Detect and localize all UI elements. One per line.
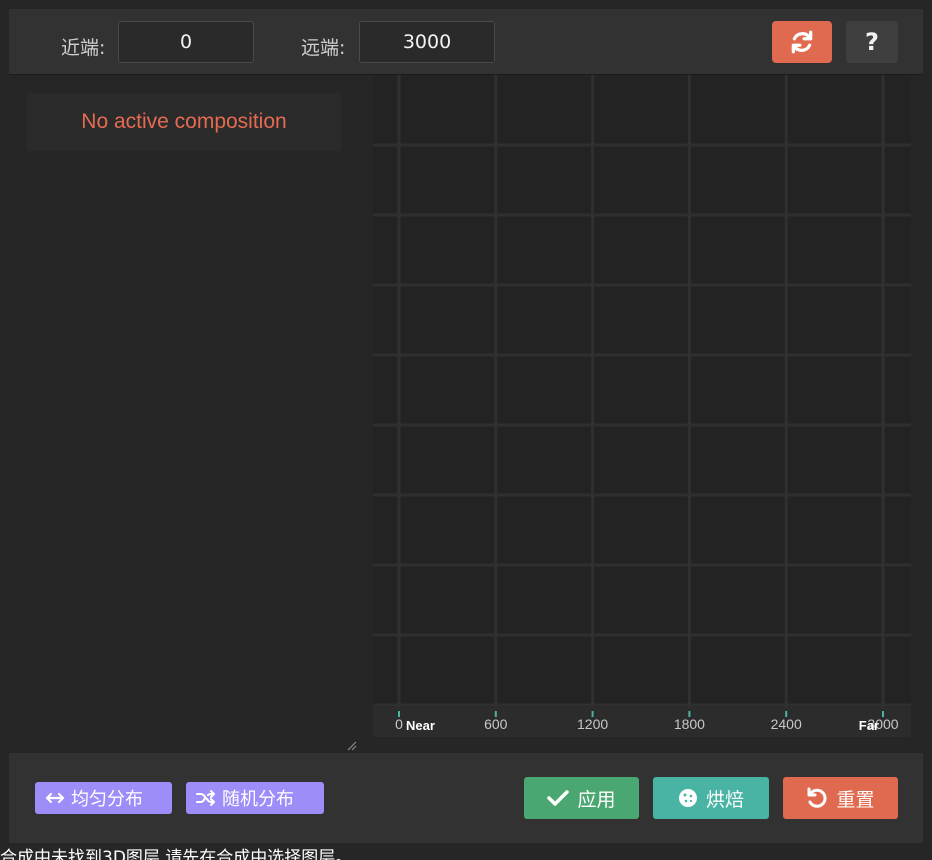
random-distribute-button[interactable]: 随机分布: [186, 782, 324, 814]
random-distribute-label: 随机分布: [222, 789, 294, 810]
x-tick-label: 600: [484, 716, 508, 732]
shuffle-icon: [196, 790, 215, 806]
apply-button[interactable]: 应用: [524, 777, 639, 819]
reset-button[interactable]: 重置: [783, 777, 898, 819]
far-marker-label: Far: [859, 718, 879, 733]
undo-icon: [807, 787, 827, 808]
apply-label: 应用: [577, 788, 616, 811]
near-label: 近端:: [61, 37, 106, 59]
refresh-button[interactable]: [772, 21, 832, 63]
near-marker-label: Near: [406, 718, 435, 733]
reset-label: 重置: [836, 788, 875, 811]
check-icon: [547, 790, 570, 806]
resize-grip-icon[interactable]: [345, 739, 357, 751]
even-distribute-button[interactable]: 均匀分布: [35, 782, 172, 814]
footer-hint: 合成中未找到3D图层,请先在合成中选择图层。: [0, 848, 353, 860]
x-axis-band: [373, 707, 911, 737]
x-tick-label: 1200: [577, 716, 608, 732]
far-input[interactable]: [359, 21, 495, 63]
status-message-box: No active composition: [27, 93, 341, 151]
even-distribute-label: 均匀分布: [71, 789, 143, 810]
action-bar: 均匀分布 随机分布 应用 烘焙 重置: [9, 753, 923, 843]
layer-list-panel[interactable]: No active composition: [9, 75, 361, 753]
bake-label: 烘焙: [705, 788, 744, 811]
near-input[interactable]: [118, 21, 254, 63]
arrows-horizontal-icon: [45, 792, 65, 804]
far-label: 远端:: [301, 37, 346, 59]
refresh-icon: [791, 30, 813, 54]
status-message: No active composition: [81, 110, 287, 133]
depth-chart[interactable]: 0 600 1200 1800 2400 3000 Near Far: [373, 75, 911, 737]
x-tick-label: 2400: [771, 716, 802, 732]
x-tick-label: 0: [395, 716, 403, 732]
help-button[interactable]: ?: [846, 21, 898, 63]
x-tick-label: 1800: [674, 716, 705, 732]
bake-button[interactable]: 烘焙: [653, 777, 769, 819]
depth-range-toolbar: 近端: 远端: ?: [9, 9, 923, 75]
cookie-icon: [678, 789, 697, 807]
depth-chart-svg: 0 600 1200 1800 2400 3000Near Far: [373, 75, 911, 737]
